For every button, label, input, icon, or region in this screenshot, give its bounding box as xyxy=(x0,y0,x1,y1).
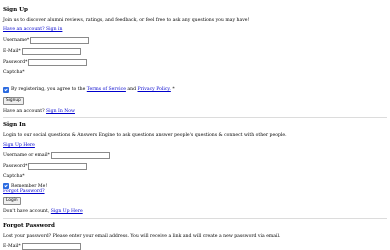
privacy-policy-link[interactable]: Privacy Policy. xyxy=(138,87,171,92)
signin-footer-text: Don't have account, xyxy=(3,209,50,215)
signup-section: Sign Up Join us to discover alumni revie… xyxy=(3,7,387,114)
signup-and-text: and xyxy=(127,87,137,93)
signin-section: Sign In Login to our social questions & … xyxy=(3,122,387,215)
divider xyxy=(3,217,387,219)
forgot-section: Forgot Password Lost your password? Plea… xyxy=(3,223,387,250)
signup-password-input[interactable] xyxy=(28,58,88,66)
signup-agree-checkbox[interactable] xyxy=(3,86,9,93)
forgot-email-label: E-Mail* xyxy=(3,244,21,250)
signup-agree-suffix: * xyxy=(172,87,175,93)
signin-now-link[interactable]: Sign In Now xyxy=(46,109,75,114)
signin-title: Sign In xyxy=(3,122,26,129)
signup-captcha-label: Captcha* xyxy=(3,69,25,75)
signup-email-label: E-Mail* xyxy=(3,48,21,54)
page: Sign Up Join us to discover alumni revie… xyxy=(0,0,390,250)
signup-email-input[interactable] xyxy=(21,47,81,55)
signin-password-label: Password* xyxy=(3,164,28,170)
signin-password-input[interactable] xyxy=(28,163,88,171)
have-account-signin-link[interactable]: Have an account? Sign in xyxy=(3,27,62,32)
signup-password-label: Password* xyxy=(3,59,28,65)
signin-intro: Login to our social questions & Answers … xyxy=(3,133,287,139)
signup-username-label: Username* xyxy=(3,37,30,43)
forgot-password-link[interactable]: Forgot Password? xyxy=(3,189,45,194)
terms-of-service-link[interactable]: Terms of Service xyxy=(87,87,126,92)
signin-username-label: Username or email* xyxy=(3,153,50,159)
signup-intro: Join us to discover alumni reviews, rati… xyxy=(3,18,250,23)
signup-here-link[interactable]: Sign Up Here xyxy=(3,143,35,148)
remember-me-checkbox[interactable] xyxy=(3,183,9,190)
divider xyxy=(3,117,387,119)
signup-username-input[interactable] xyxy=(30,36,90,44)
signup-title: Sign Up xyxy=(3,7,28,13)
signup-here-footer-link[interactable]: Sign Up Here xyxy=(51,209,83,214)
signin-captcha-label: Captcha* xyxy=(3,174,25,180)
signup-footer-text: Have an account? xyxy=(3,108,45,114)
signup-agree-prefix: By registering, you agree to the xyxy=(11,87,86,93)
remember-me-label: Remember Me! xyxy=(11,183,48,189)
signup-button[interactable]: Signup xyxy=(3,96,24,105)
login-button[interactable]: Login xyxy=(3,197,21,206)
forgot-title: Forgot Password xyxy=(3,222,55,229)
forgot-email-input[interactable] xyxy=(21,243,81,250)
forgot-intro: Lost your password? Please enter your em… xyxy=(3,233,281,239)
signin-username-input[interactable] xyxy=(50,152,110,160)
